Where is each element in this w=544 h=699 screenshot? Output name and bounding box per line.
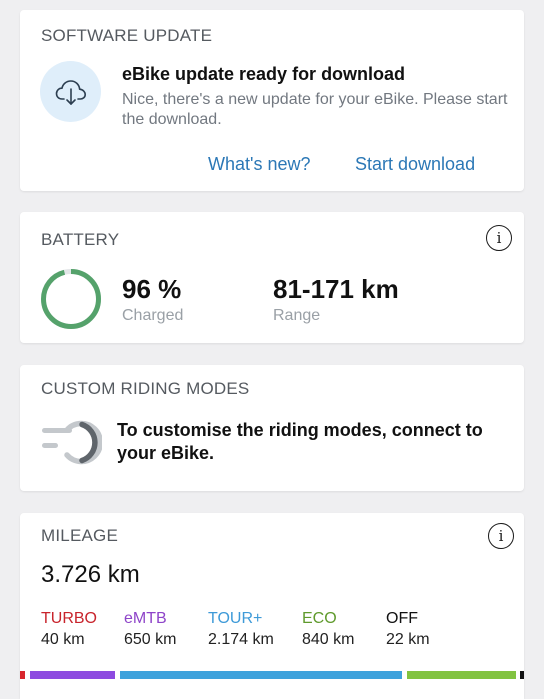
mileage-bar-tour-plus xyxy=(120,671,402,679)
connect-ebike-message: To customise the riding modes, connect t… xyxy=(117,420,483,463)
mode-km-off: 22 km xyxy=(386,631,430,648)
mode-name-emtb: eMTB xyxy=(124,610,167,627)
mode-km-emtb: 650 km xyxy=(124,631,177,648)
mileage-bar-emtb xyxy=(30,671,115,679)
cloud-download-icon xyxy=(40,61,101,122)
mileage-bar-turbo xyxy=(20,671,25,679)
software-update-title: SOFTWARE UPDATE xyxy=(41,26,213,45)
riding-modes-icon xyxy=(42,420,102,465)
custom-riding-modes-title: CUSTOM RIDING MODES xyxy=(41,379,250,398)
mode-name-turbo: TURBO xyxy=(41,610,97,627)
update-description: Nice, there's a new update for your eBik… xyxy=(122,91,508,128)
mileage-title: MILEAGE xyxy=(41,526,118,545)
mode-name-eco: ECO xyxy=(302,610,337,627)
mileage-bar-eco xyxy=(407,671,516,679)
info-icon[interactable]: i xyxy=(486,225,512,251)
mode-km-tour-plus: 2.174 km xyxy=(208,631,274,648)
battery-charge-label: Charged xyxy=(122,307,184,324)
start-download-button[interactable]: Start download xyxy=(355,154,475,175)
software-update-card: SOFTWARE UPDATE eBike update ready for d… xyxy=(20,10,524,191)
whats-new-button[interactable]: What's new? xyxy=(208,154,310,175)
update-heading: eBike update ready for download xyxy=(122,64,406,84)
mode-km-turbo: 40 km xyxy=(41,631,85,648)
mode-name-off: OFF xyxy=(386,610,418,627)
battery-range-value: 81-171 km xyxy=(273,274,399,304)
info-icon[interactable]: i xyxy=(488,523,514,549)
mode-km-eco: 840 km xyxy=(302,631,355,648)
mileage-bar-off xyxy=(520,671,524,679)
battery-card: BATTERY i 96 % Charged 81-171 km Range xyxy=(20,212,524,343)
mileage-card: MILEAGE i 3.726 km TURBO 40 km eMTB 650 … xyxy=(20,513,524,699)
custom-riding-modes-card[interactable]: CUSTOM RIDING MODES To customise the rid… xyxy=(20,365,524,491)
mode-name-tour-plus: TOUR+ xyxy=(208,610,263,627)
battery-title: BATTERY xyxy=(41,230,120,249)
battery-ring-progress xyxy=(41,269,101,329)
battery-ring xyxy=(41,269,101,329)
battery-range-label: Range xyxy=(273,307,321,324)
mileage-total: 3.726 km xyxy=(41,561,140,588)
battery-charge-value: 96 % xyxy=(122,274,182,304)
